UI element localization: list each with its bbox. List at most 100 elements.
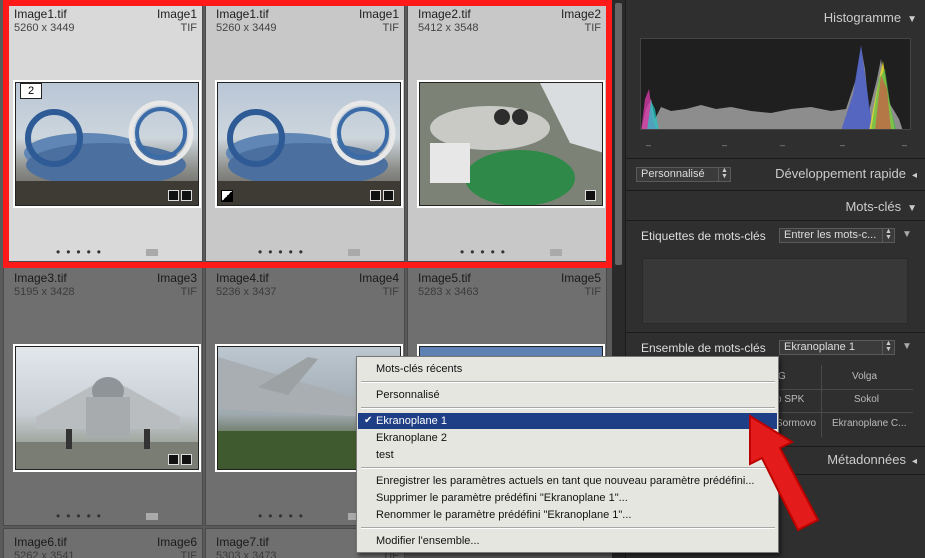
menu-item-delete-preset[interactable]: Supprimer le paramètre prédéfini "Ekrano… <box>358 490 777 506</box>
stack-count-badge[interactable]: 2 <box>20 83 42 99</box>
file-dimensions: 5260 x 3449 <box>216 22 277 34</box>
keyword-cell[interactable]: Sokol <box>854 394 879 405</box>
quick-develop-preset-select[interactable]: Personnalisé ▲ ▼ <box>636 167 731 182</box>
rating-dots[interactable]: ••••• <box>56 509 107 523</box>
thumbnail-badges <box>168 190 192 201</box>
thumbnail-hovercraft[interactable] <box>13 80 201 208</box>
menu-item-recent-keywords[interactable]: Mots-clés récents <box>358 361 777 377</box>
checkmark-icon: ✔ <box>364 415 373 426</box>
stepper-icon: ▲ ▼ <box>882 228 894 242</box>
file-dimensions: 5260 x 3449 <box>14 22 75 34</box>
thumbnail-jet-front[interactable] <box>13 344 201 472</box>
file-dimensions: 5262 x 3541 <box>14 550 75 558</box>
collapse-triangle-left-icon[interactable]: ◂ <box>912 170 917 181</box>
stepper-icon: ▲ ▼ <box>718 167 730 181</box>
menu-item-ekranoplane-1[interactable]: ✔ Ekranoplane 1 <box>358 413 777 429</box>
develop-badge-icon <box>383 190 394 201</box>
keywords-header[interactable]: Mots-clés ▼ <box>845 199 917 214</box>
file-dimensions: 5236 x 3437 <box>216 286 277 298</box>
file-name: Image6.tif <box>14 535 67 549</box>
file-label: Image4 <box>358 271 399 285</box>
keyword-cell[interactable]: Ekranoplane C... <box>832 418 907 429</box>
file-extension: TIF <box>382 22 400 34</box>
crop-badge-icon <box>370 190 381 201</box>
select-value: Ekranoplane 1 <box>784 341 855 353</box>
keyword-tags-textarea[interactable] <box>642 258 908 324</box>
histogram-ticks: – – – – – <box>646 140 908 150</box>
histogram-chart <box>640 38 911 130</box>
crop-badge-icon <box>168 454 179 465</box>
keyword-set-select[interactable]: Ekranoplane 1 ▲ ▼ <box>779 340 895 355</box>
file-extension: TIF <box>382 286 400 298</box>
file-label: Image1 <box>358 7 399 21</box>
file-dimensions: 5283 x 3463 <box>418 286 479 298</box>
file-name: Image1.tif <box>216 7 269 21</box>
crop-badge-icon <box>168 190 179 201</box>
collapse-triangle-icon[interactable]: ▼ <box>907 14 917 25</box>
file-label: Image6 <box>156 535 197 549</box>
collapse-triangle-icon[interactable]: ▼ <box>907 203 917 214</box>
collapse-triangle-icon[interactable]: ▼ <box>902 229 912 240</box>
virtual-copy-corner-icon <box>221 190 233 202</box>
grid-cell-image3[interactable]: Image3.tif Image3 5195 x 3428 TIF ••••• <box>3 264 203 526</box>
rating-dots[interactable]: ••••• <box>258 509 309 523</box>
color-label-marker[interactable] <box>146 513 158 520</box>
file-name: Image4.tif <box>216 271 269 285</box>
file-dimensions: 5303 x 3473 <box>216 550 277 558</box>
histogram-title: Histogramme <box>823 10 902 25</box>
grid-cell-image6[interactable]: Image6.tif Image6 5262 x 3541 TIF <box>3 528 203 558</box>
quick-develop-header[interactable]: Développement rapide ◂ <box>775 166 917 181</box>
keyword-tags-label: Etiquettes de mots-clés <box>641 229 766 243</box>
rating-dots[interactable]: ••••• <box>460 245 511 259</box>
menu-item-test[interactable]: test <box>358 447 777 463</box>
develop-badge-icon <box>585 190 596 201</box>
collapse-triangle-icon[interactable]: ▼ <box>902 341 912 352</box>
keyword-set-label: Ensemble de mots-clés <box>641 341 766 355</box>
file-name: Image5.tif <box>418 271 471 285</box>
menu-item-rename-preset[interactable]: Renommer le paramètre prédéfini "Ekranop… <box>358 507 777 523</box>
file-extension: TIF <box>584 286 602 298</box>
menu-item-save-preset[interactable]: Enregistrer les paramètres actuels en ta… <box>358 473 777 489</box>
select-value: Entrer les mots-c... <box>784 229 877 241</box>
thumbnail-cockpit[interactable] <box>417 80 605 208</box>
file-name: Image7.tif <box>216 535 269 549</box>
menu-item-custom[interactable]: Personnalisé <box>358 387 777 403</box>
file-name: Image3.tif <box>14 271 67 285</box>
collapse-triangle-left-icon[interactable]: ◂ <box>912 456 917 467</box>
menu-item-label: Ekranoplane 1 <box>376 415 447 427</box>
file-dimensions: 5195 x 3428 <box>14 286 75 298</box>
rating-dots[interactable]: ••••• <box>56 245 107 259</box>
grid-cell-image1-a[interactable]: Image1.tif Image1 5260 x 3449 TIF 2 ••••… <box>3 0 203 262</box>
select-value: Personnalisé <box>641 168 705 180</box>
keyword-cell[interactable]: G <box>778 371 786 382</box>
develop-badge-icon <box>181 190 192 201</box>
stepper-icon: ▲ ▼ <box>882 340 894 354</box>
grid-cell-image2[interactable]: Image2.tif Image2 5412 x 3548 TIF ••••• <box>407 0 607 262</box>
file-name: Image2.tif <box>418 7 471 21</box>
menu-item-edit-set[interactable]: Modifier l'ensemble... <box>358 533 777 549</box>
file-label: Image5 <box>560 271 601 285</box>
file-extension: TIF <box>180 286 198 298</box>
file-label: Image3 <box>156 271 197 285</box>
keyword-set-dropdown-menu: Mots-clés récents Personnalisé ✔ Ekranop… <box>356 356 779 553</box>
file-label: Image1 <box>156 7 197 21</box>
file-extension: TIF <box>180 22 198 34</box>
develop-badge-icon <box>181 454 192 465</box>
scrollbar-thumb[interactable] <box>615 3 622 265</box>
thumbnail-badges <box>370 190 394 201</box>
metadata-header[interactable]: Métadonnées ◂ <box>827 452 917 467</box>
thumbnail-hovercraft[interactable] <box>215 80 403 208</box>
grid-cell-image1-b[interactable]: Image1.tif Image1 5260 x 3449 TIF ••••• <box>205 0 405 262</box>
color-label-marker[interactable] <box>348 249 360 256</box>
rating-dots[interactable]: ••••• <box>258 245 309 259</box>
keyword-tags-select[interactable]: Entrer les mots-c... ▲ ▼ <box>779 228 895 243</box>
file-dimensions: 5412 x 3548 <box>418 22 479 34</box>
file-label: Image2 <box>560 7 601 21</box>
color-label-marker[interactable] <box>146 249 158 256</box>
red-arrow-annotation <box>749 414 820 532</box>
color-label-marker[interactable] <box>550 249 562 256</box>
histogram-header[interactable]: Histogramme ▼ <box>824 10 917 25</box>
keyword-cell[interactable]: Volga <box>852 371 877 382</box>
menu-item-ekranoplane-2[interactable]: Ekranoplane 2 <box>358 430 777 446</box>
metadata-title: Métadonnées <box>827 452 906 467</box>
